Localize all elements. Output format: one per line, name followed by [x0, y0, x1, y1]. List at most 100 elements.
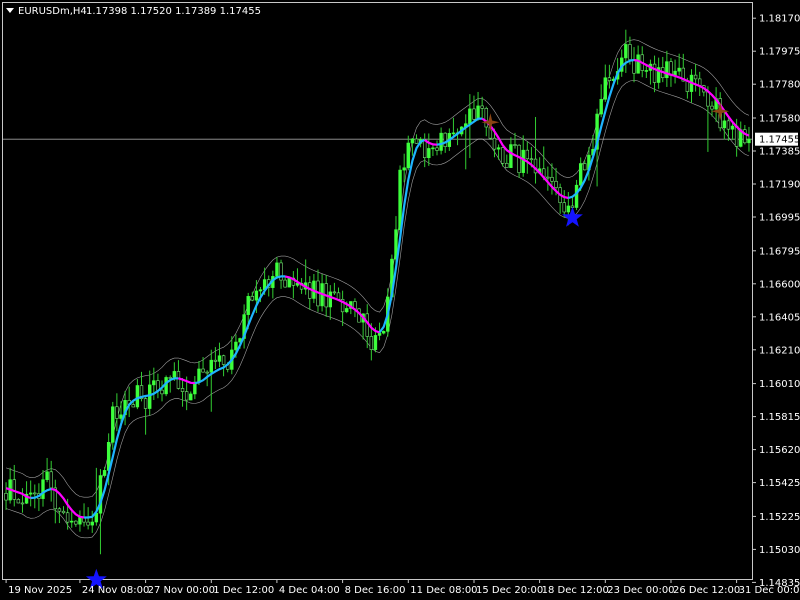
- bear-candle: [492, 137, 497, 150]
- bull-candle: [496, 147, 501, 150]
- bear-candle: [529, 158, 534, 161]
- y-tick-label: 1.16210: [759, 345, 800, 356]
- bull-candle: [234, 341, 238, 351]
- bear-candle: [500, 147, 505, 164]
- bear-candle: [743, 129, 747, 144]
- bull-candle: [135, 385, 140, 408]
- bear-candle: [628, 44, 632, 60]
- x-tick-label: 15 Dec 20:00: [476, 585, 543, 596]
- bull-candle: [644, 70, 649, 72]
- bull-candle: [599, 98, 603, 115]
- bull-candle: [275, 262, 279, 277]
- y-tick-label: 1.16010: [759, 379, 800, 390]
- ohlc-readout: 1.17398 1.17520 1.17389 1.17455: [86, 6, 261, 17]
- y-tick-label: 1.18170: [759, 14, 800, 25]
- y-tick-label: 1.15225: [759, 512, 800, 523]
- bear-candle: [33, 492, 37, 495]
- bull-candle: [677, 67, 681, 72]
- bear-candle: [607, 77, 612, 82]
- y-tick-label: 1.17780: [759, 80, 800, 91]
- bull-candle: [246, 296, 250, 315]
- y-tick-label: 1.17385: [759, 147, 800, 158]
- bear-candle: [546, 176, 550, 179]
- y-tick-label: 1.16600: [759, 279, 800, 290]
- bear-candle: [4, 492, 8, 501]
- bull-candle: [189, 393, 193, 401]
- bear-candle: [435, 147, 439, 151]
- bull-candle: [398, 169, 402, 231]
- bear-candle: [652, 63, 657, 83]
- bear-candle: [505, 163, 509, 168]
- bull-candle: [78, 516, 82, 525]
- bear-candle: [726, 120, 731, 130]
- bull-candle: [98, 475, 103, 514]
- x-tick-label: 23 Dec 00:00: [607, 585, 674, 596]
- bull-candle: [381, 331, 386, 334]
- bear-candle: [250, 296, 255, 301]
- symbol-label: EURUSDm,H4: [18, 6, 87, 17]
- bear-candle: [414, 138, 419, 144]
- bull-candle: [439, 132, 443, 151]
- bear-candle: [201, 368, 205, 373]
- bull-candle: [345, 308, 349, 313]
- chart-background: [0, 0, 800, 600]
- bull-candle: [574, 184, 579, 208]
- y-tick-label: 1.15815: [759, 412, 800, 423]
- bear-candle: [57, 508, 62, 512]
- bull-candle: [45, 471, 49, 481]
- bear-candle: [16, 499, 21, 504]
- current-price-tag: 1.17455: [755, 132, 800, 146]
- x-tick-label: 4 Dec 04:00: [279, 585, 340, 596]
- bull-candle: [509, 144, 513, 168]
- bear-candle: [176, 371, 181, 389]
- bear-candle: [554, 180, 558, 188]
- bull-candle: [90, 521, 94, 526]
- bear-candle: [20, 502, 25, 505]
- bear-candle: [480, 105, 484, 109]
- bear-candle: [550, 176, 554, 182]
- bear-candle: [156, 380, 160, 391]
- bear-candle: [49, 471, 53, 489]
- bear-candle: [336, 292, 341, 300]
- bear-candle: [74, 520, 78, 525]
- bull-candle: [258, 289, 263, 292]
- bull-candle: [578, 163, 583, 186]
- bull-candle: [41, 479, 45, 499]
- bear-candle: [160, 389, 164, 395]
- x-tick-label: 31 Dec 00:00: [739, 585, 800, 596]
- bear-candle: [710, 105, 714, 110]
- y-tick-label: 1.16795: [759, 246, 800, 257]
- y-tick-label: 1.17190: [759, 180, 800, 191]
- y-tick-label: 1.15030: [759, 545, 800, 556]
- bear-candle: [562, 202, 566, 213]
- y-tick-label: 1.15620: [759, 445, 800, 456]
- y-tick-label: 1.15425: [759, 478, 800, 489]
- bear-candle: [61, 510, 66, 514]
- bear-candle: [283, 279, 287, 288]
- bull-candle: [427, 148, 431, 159]
- y-tick-label: 1.17975: [759, 47, 800, 58]
- x-tick-label: 8 Dec 16:00: [345, 585, 406, 596]
- bull-candle: [119, 414, 123, 419]
- bear-candle: [65, 512, 70, 523]
- chart-header: EURUSDm,H4 1.17398 1.17520 1.17389 1.174…: [6, 6, 261, 17]
- x-tick-label: 1 Dec 12:00: [213, 585, 274, 596]
- bull-candle: [406, 142, 410, 169]
- bull-candle: [28, 492, 33, 495]
- bull-candle: [566, 205, 571, 213]
- bear-candle: [583, 163, 587, 171]
- x-tick-label: 27 Nov 00:00: [148, 585, 215, 596]
- bull-candle: [287, 277, 291, 288]
- bear-candle: [115, 406, 119, 419]
- bear-candle: [221, 355, 226, 365]
- x-tick-label: 11 Dec 08:00: [410, 585, 477, 596]
- bear-candle: [143, 398, 148, 409]
- bull-candle: [402, 167, 406, 171]
- bear-candle: [484, 108, 488, 128]
- bull-candle: [152, 380, 156, 386]
- bull-candle: [451, 132, 456, 135]
- bull-candle: [521, 149, 525, 173]
- bear-candle: [205, 371, 209, 374]
- bull-candle: [111, 406, 115, 443]
- bull-candle: [747, 138, 751, 144]
